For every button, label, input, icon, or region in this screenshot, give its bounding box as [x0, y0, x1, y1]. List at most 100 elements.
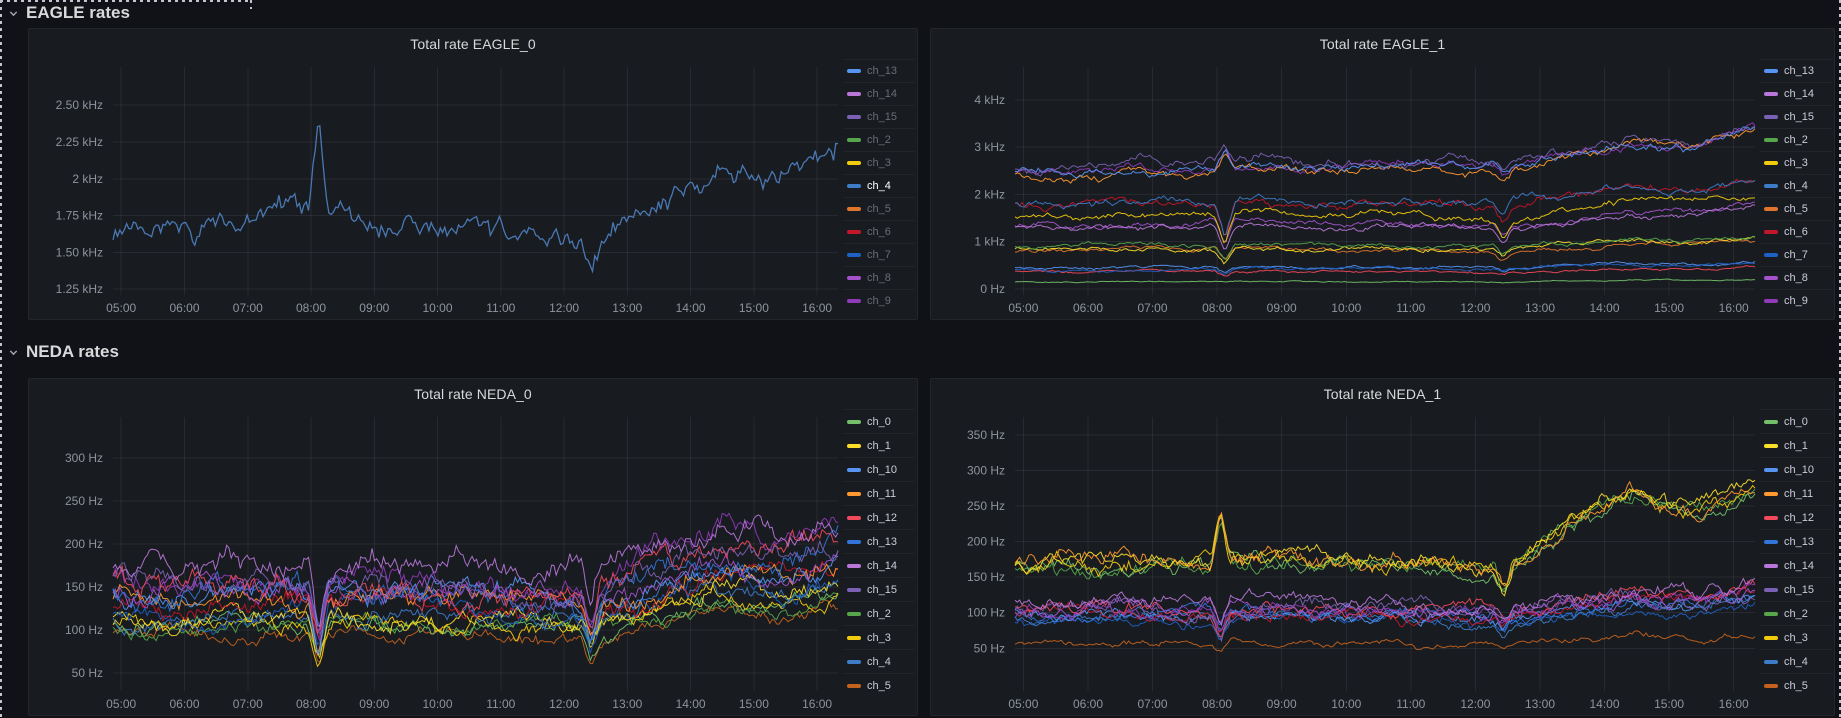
legend-item-ch_3[interactable]: ch_3 [843, 625, 915, 649]
legend-item-ch_9[interactable]: ch_9 [843, 289, 915, 312]
svg-text:200 Hz: 200 Hz [967, 535, 1005, 549]
series-color-swatch [847, 161, 861, 165]
legend-item-ch_14[interactable]: ch_14 [843, 553, 915, 577]
chevron-down-icon[interactable] [8, 8, 19, 19]
panel-header[interactable]: Total rate EAGLE_0 [29, 29, 917, 59]
row-header-neda-rates[interactable]: NEDA rates [8, 340, 119, 364]
svg-text:09:00: 09:00 [359, 301, 389, 315]
legend-item-ch_4[interactable]: ch_4 [843, 174, 915, 197]
legend-item-ch_15[interactable]: ch_15 [1760, 577, 1832, 601]
svg-text:15:00: 15:00 [1654, 301, 1684, 315]
legend-item-ch_14[interactable]: ch_14 [1760, 553, 1832, 577]
chevron-down-icon[interactable] [8, 347, 19, 358]
series-legend[interactable]: ch_13ch_14ch_15ch_2ch_3ch_4ch_5ch_6ch_7c… [1760, 59, 1834, 319]
svg-text:1.50 kHz: 1.50 kHz [56, 245, 103, 259]
series-legend[interactable]: ch_0 ch_1 ch_10ch_11ch_12ch_13 ch_14 ch_15ch… [1760, 409, 1834, 715]
legend-item-ch_11[interactable]: ch_11 [843, 481, 915, 505]
series-color-swatch [847, 92, 861, 96]
svg-text:300 Hz: 300 Hz [967, 463, 1005, 477]
series-color-swatch [1764, 516, 1778, 520]
legend-item-ch_3[interactable]: ch_3 [1760, 151, 1832, 174]
legend-item-ch_12[interactable]: ch_12 [1760, 505, 1832, 529]
legend-item-ch_3[interactable]: ch_3 [843, 151, 915, 174]
svg-text:200 Hz: 200 Hz [65, 537, 103, 551]
legend-item-ch_13[interactable]: ch_13 [1760, 529, 1832, 553]
legend-item-ch_8[interactable]: ch_8 [843, 266, 915, 289]
series-color-swatch [1764, 684, 1778, 688]
legend-item-ch_5[interactable]: ch_5 [1760, 197, 1832, 220]
svg-text:08:00: 08:00 [296, 697, 326, 711]
legend-item-ch_7[interactable]: ch_7 [1760, 243, 1832, 266]
panel-title: Total rate NEDA_1 [1324, 386, 1442, 402]
legend-label: ch_4 [1784, 180, 1808, 192]
legend-item-ch_10[interactable]: ch_10 [843, 457, 915, 481]
series-color-swatch [1764, 299, 1778, 303]
legend-item-ch_1[interactable]: ch_1 [843, 433, 915, 457]
row-title: EAGLE rates [26, 3, 130, 23]
legend-label: ch_15 [1784, 584, 1814, 596]
time-series-plot[interactable]: 1.25 kHz1.50 kHz1.75 kHz2 kHz2.25 kHz2.5… [29, 59, 843, 319]
legend-item-ch_5[interactable]: ch_5 [1760, 673, 1832, 697]
legend-label: ch_0 [1784, 416, 1808, 428]
legend-item-ch_14[interactable]: ch_14 [1760, 82, 1832, 105]
legend-item-ch_9[interactable]: ch_9 [1760, 289, 1832, 312]
legend-item-ch_6[interactable]: ch_6 [1760, 220, 1832, 243]
legend-label: ch_1 [1784, 440, 1808, 452]
legend-label: ch_14 [1784, 560, 1814, 572]
svg-text:13:00: 13:00 [1525, 301, 1555, 315]
legend-item-ch_0[interactable]: ch_0 [843, 409, 915, 433]
legend-item-ch_8[interactable]: ch_8 [1760, 266, 1832, 289]
legend-item-ch_15[interactable]: ch_15 [843, 105, 915, 128]
legend-item-ch_10[interactable]: ch_10 [1760, 457, 1832, 481]
time-series-plot[interactable]: 50 Hz100 Hz150 Hz200 Hz250 Hz300 Hz350 H… [931, 409, 1760, 715]
row-header-eagle-rates[interactable]: EAGLE rates [8, 1, 130, 25]
svg-text:06:00: 06:00 [169, 697, 199, 711]
legend-item-ch_0[interactable]: ch_0 [1760, 409, 1832, 433]
legend-item-ch_12[interactable]: ch_12 [843, 505, 915, 529]
svg-text:2 kHz: 2 kHz [72, 172, 103, 186]
svg-text:10:00: 10:00 [422, 697, 452, 711]
series-line-ch_3 [1015, 486, 1755, 585]
series-color-swatch [1764, 184, 1778, 188]
panel-header[interactable]: Total rate NEDA_0 [29, 379, 917, 409]
legend-item-ch_11[interactable]: ch_11 [1760, 481, 1832, 505]
legend-item-ch_4[interactable]: ch_4 [1760, 174, 1832, 197]
svg-text:12:00: 12:00 [549, 301, 579, 315]
legend-item-ch_13[interactable]: ch_13 [843, 529, 915, 553]
legend-item-ch_14[interactable]: ch_14 [843, 82, 915, 105]
legend-item-ch_2[interactable]: ch_2 [1760, 128, 1832, 151]
legend-item-ch_13[interactable]: ch_13 [843, 59, 915, 82]
panel-header[interactable]: Total rate NEDA_1 [931, 379, 1834, 409]
legend-item-ch_13[interactable]: ch_13 [1760, 59, 1832, 82]
legend-item-ch_2[interactable]: ch_2 [843, 601, 915, 625]
series-legend[interactable]: ch_0ch_1ch_10ch_11ch_12ch_13ch_14ch_15ch… [843, 409, 917, 715]
series-color-swatch [1764, 492, 1778, 496]
time-series-plot[interactable]: 50 Hz100 Hz150 Hz200 Hz250 Hz300 Hz05:00… [29, 409, 843, 715]
legend-item-ch_4[interactable]: ch_4 [1760, 649, 1832, 673]
legend-item-ch_5[interactable]: ch_5 [843, 673, 915, 697]
svg-text:16:00: 16:00 [802, 301, 832, 315]
time-series-plot[interactable]: 0 Hz1 kHz2 kHz3 kHz4 kHz05:0006:0007:000… [931, 59, 1760, 319]
legend-item-ch_7[interactable]: ch_7 [843, 243, 915, 266]
legend-label: ch_5 [1784, 680, 1808, 692]
legend-item-ch_4[interactable]: ch_4 [843, 649, 915, 673]
panel-header[interactable]: Total rate EAGLE_1 [931, 29, 1834, 59]
legend-item-ch_15[interactable]: ch_15 [1760, 105, 1832, 128]
svg-text:13:00: 13:00 [1525, 697, 1555, 711]
legend-item-ch_2[interactable]: ch_2 [843, 128, 915, 151]
svg-text:1.75 kHz: 1.75 kHz [56, 209, 103, 223]
legend-item-ch_3[interactable]: ch_3 [1760, 625, 1832, 649]
legend-label: ch_11 [867, 488, 896, 500]
legend-item-ch_2[interactable]: ch_2 [1760, 601, 1832, 625]
svg-text:4 kHz: 4 kHz [974, 93, 1005, 107]
series-line-ch_8 [1015, 202, 1755, 242]
svg-text:05:00: 05:00 [106, 301, 136, 315]
legend-item-ch_5[interactable]: ch_5 [843, 197, 915, 220]
series-color-swatch [847, 184, 861, 188]
legend-item-ch_1[interactable]: ch_1 [1760, 433, 1832, 457]
series-legend[interactable]: ch_13ch_14ch_15ch_2ch_3ch_4ch_5ch_6ch_7c… [843, 59, 917, 319]
series-line-ch_0 [1015, 279, 1755, 283]
legend-item-ch_15[interactable]: ch_15 [843, 577, 915, 601]
svg-text:3 kHz: 3 kHz [974, 140, 1005, 154]
legend-item-ch_6[interactable]: ch_6 [843, 220, 915, 243]
